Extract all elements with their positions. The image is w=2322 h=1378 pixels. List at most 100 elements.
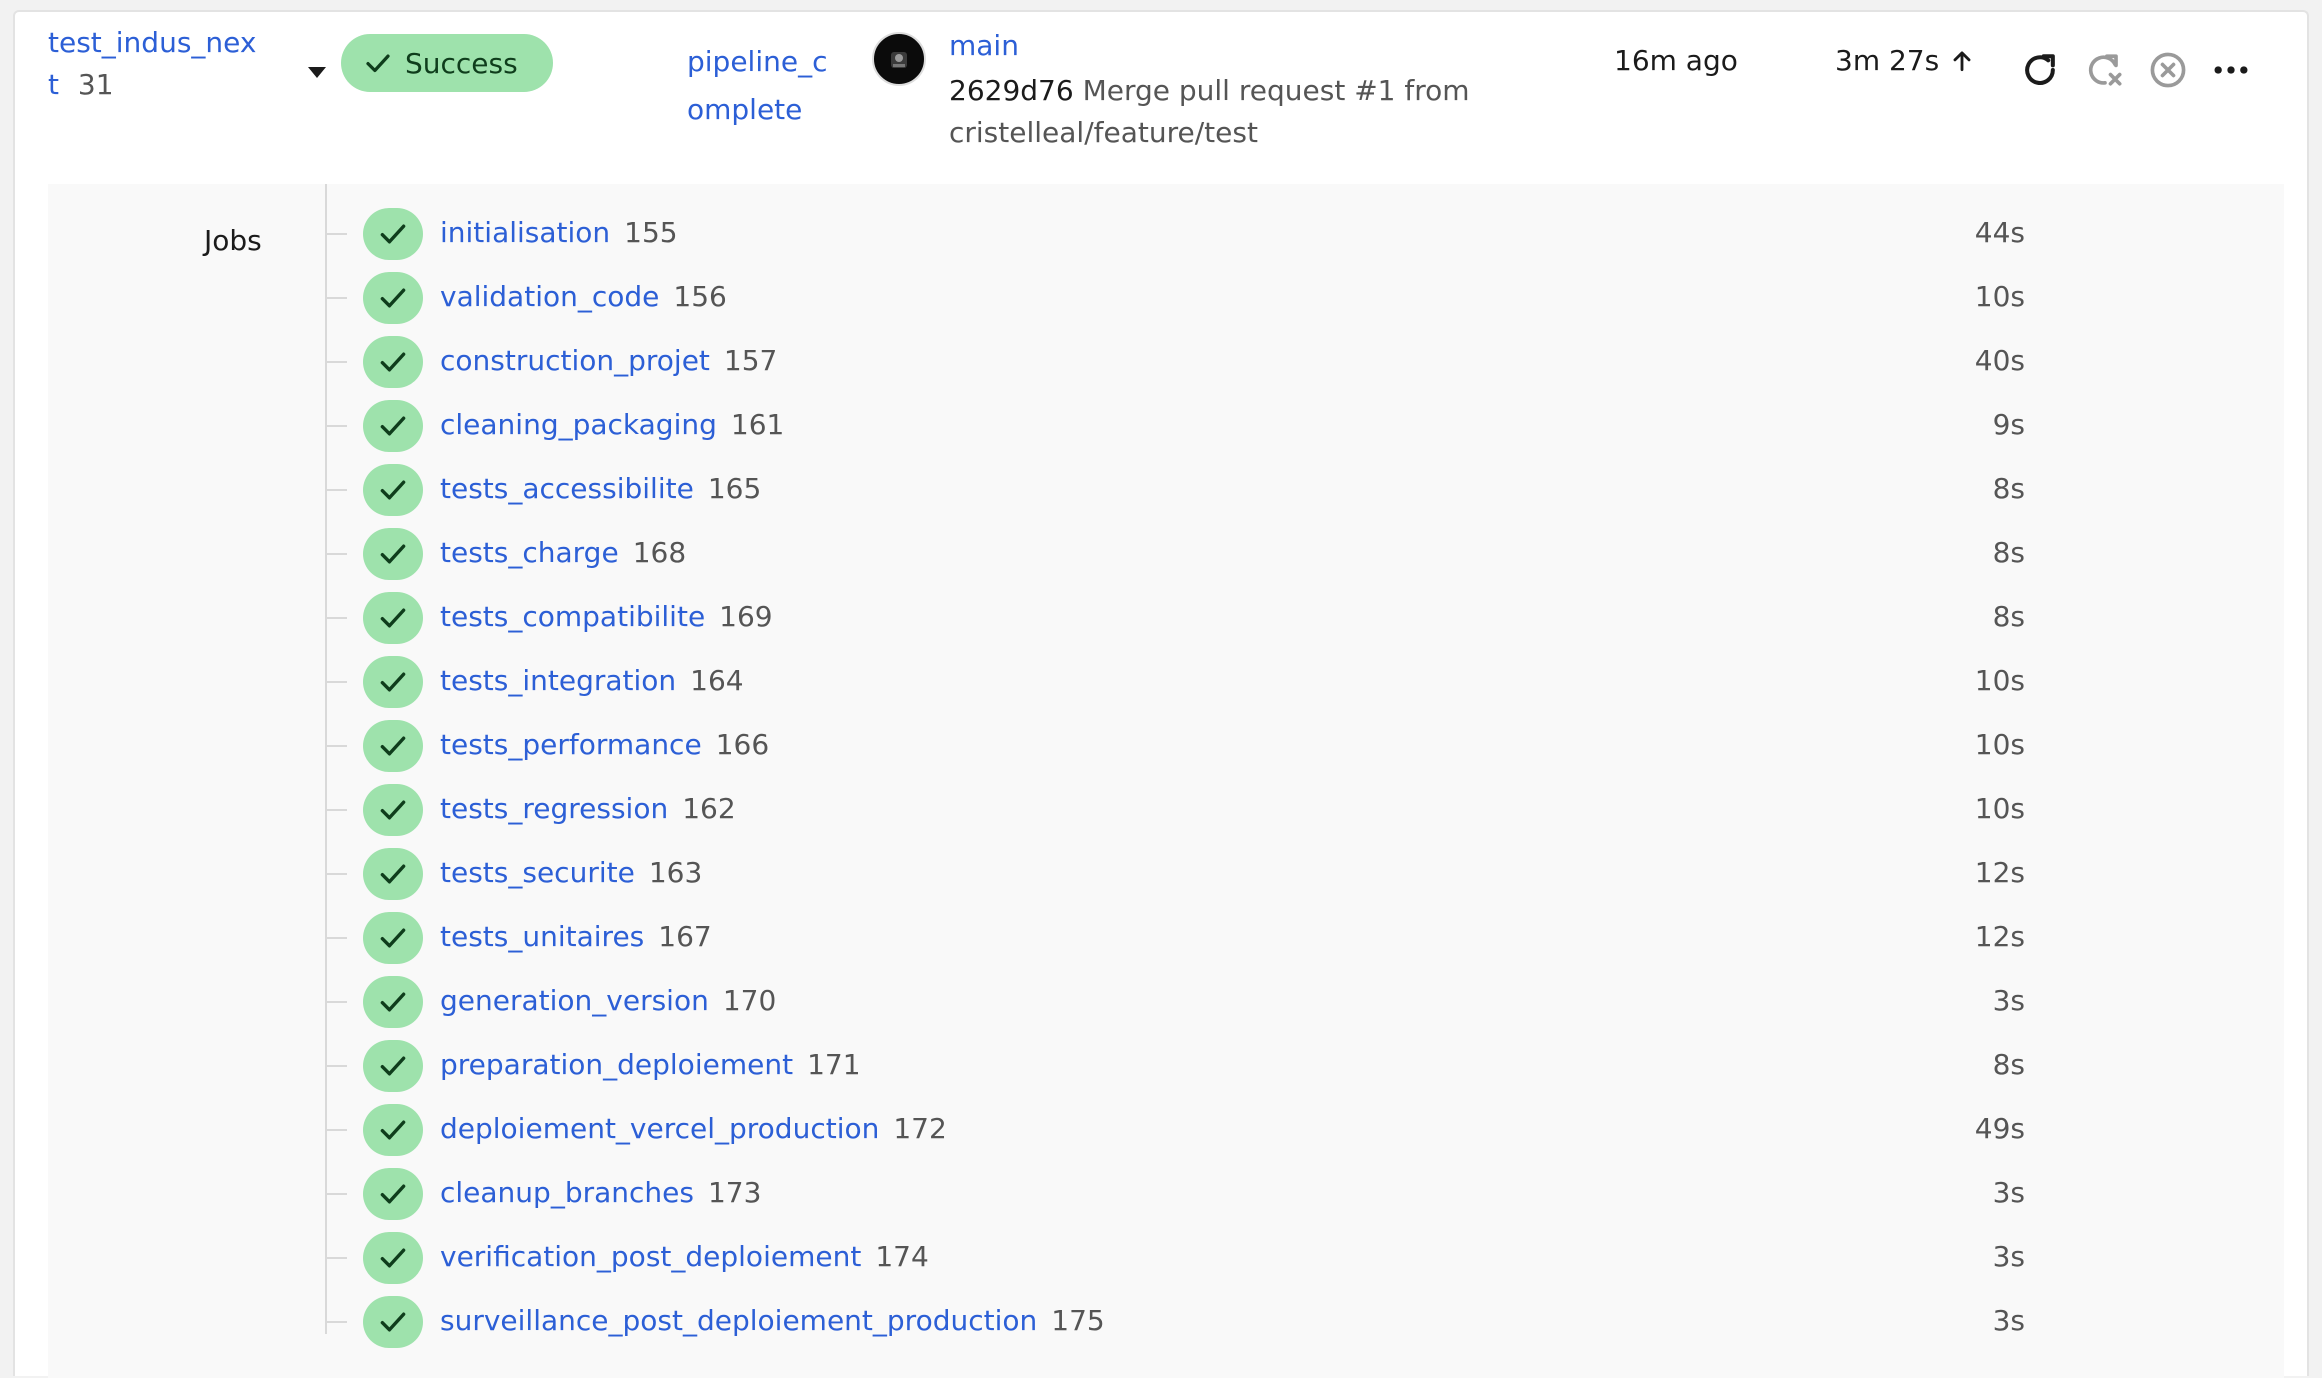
job-row[interactable]: tests_performance 166 10s	[325, 714, 2025, 778]
job-name-link[interactable]: surveillance_post_deploiement_production…	[440, 1304, 1105, 1337]
job-row[interactable]: surveillance_post_deploiement_production…	[325, 1290, 2025, 1354]
job-name[interactable]: surveillance_post_deploiement_production	[440, 1304, 1037, 1337]
job-name-link[interactable]: initialisation 155	[440, 216, 678, 249]
check-icon	[380, 480, 406, 500]
job-name-link[interactable]: tests_unitaires 167	[440, 920, 712, 953]
job-duration: 3s	[1992, 1176, 2025, 1209]
status-badge[interactable]: Success	[341, 34, 553, 92]
job-name-link[interactable]: generation_version 170	[440, 984, 776, 1017]
job-status-badge[interactable]	[363, 976, 423, 1028]
rerun-failed-button[interactable]	[2083, 48, 2127, 92]
job-name[interactable]: generation_version	[440, 984, 709, 1017]
job-name[interactable]: construction_projet	[440, 344, 710, 377]
job-status-badge[interactable]	[363, 464, 423, 516]
job-name-link[interactable]: tests_securite 163	[440, 856, 702, 889]
job-name[interactable]: cleaning_packaging	[440, 408, 717, 441]
job-row[interactable]: tests_charge 168 8s	[325, 522, 2025, 586]
workflow-link[interactable]: pipeline_c omplete	[687, 38, 827, 134]
job-name[interactable]: tests_charge	[440, 536, 619, 569]
job-row[interactable]: preparation_deploiement 171 8s	[325, 1034, 2025, 1098]
job-status-badge[interactable]	[363, 272, 423, 324]
job-name[interactable]: tests_regression	[440, 792, 668, 825]
job-status-badge[interactable]	[363, 1296, 423, 1348]
workflow-name-line2[interactable]: omplete	[687, 93, 802, 126]
project-name-line2[interactable]: t	[48, 68, 59, 101]
job-name[interactable]: initialisation	[440, 216, 610, 249]
job-row[interactable]: construction_projet 157 40s	[325, 330, 2025, 394]
job-row[interactable]: verification_post_deploiement 174 3s	[325, 1226, 2025, 1290]
job-name[interactable]: tests_performance	[440, 728, 702, 761]
job-status-badge[interactable]	[363, 656, 423, 708]
job-status-badge[interactable]	[363, 784, 423, 836]
job-row[interactable]: cleaning_packaging 161 9s	[325, 394, 2025, 458]
job-name[interactable]: cleanup_branches	[440, 1176, 694, 1209]
tree-branch	[325, 1065, 347, 1067]
cancel-button[interactable]	[2146, 48, 2190, 92]
job-name[interactable]: validation_code	[440, 280, 659, 313]
job-status-badge[interactable]	[363, 400, 423, 452]
job-status-badge[interactable]	[363, 336, 423, 388]
job-name-link[interactable]: deploiement_vercel_production 172	[440, 1112, 947, 1145]
job-name[interactable]: tests_unitaires	[440, 920, 644, 953]
job-row[interactable]: generation_version 170 3s	[325, 970, 2025, 1034]
branch-link[interactable]: main	[949, 26, 1019, 66]
tree-branch	[325, 425, 347, 427]
job-name[interactable]: deploiement_vercel_production	[440, 1112, 879, 1145]
more-button[interactable]	[2209, 48, 2253, 92]
job-row[interactable]: initialisation 155 44s	[325, 202, 2025, 266]
workflow-name-line1[interactable]: pipeline_c	[687, 45, 827, 78]
job-name-link[interactable]: validation_code 156	[440, 280, 727, 313]
job-name-link[interactable]: tests_regression 162	[440, 792, 736, 825]
job-row[interactable]: tests_compatibilite 169 8s	[325, 586, 2025, 650]
project-name[interactable]: test_indus_nex t 31	[48, 22, 256, 106]
job-duration: 8s	[1992, 472, 2025, 505]
job-name-link[interactable]: cleaning_packaging 161	[440, 408, 784, 441]
job-name-link[interactable]: preparation_deploiement 171	[440, 1048, 861, 1081]
check-icon	[380, 736, 406, 756]
job-status-badge[interactable]	[363, 592, 423, 644]
project-name-line1[interactable]: test_indus_nex	[48, 26, 256, 59]
check-icon	[380, 800, 406, 820]
commit-hash[interactable]: 2629d76	[949, 74, 1074, 107]
job-row[interactable]: tests_regression 162 10s	[325, 778, 2025, 842]
job-row[interactable]: tests_securite 163 12s	[325, 842, 2025, 906]
job-row[interactable]: tests_integration 164 10s	[325, 650, 2025, 714]
job-name-link[interactable]: tests_accessibilite 165	[440, 472, 761, 505]
avatar[interactable]	[872, 32, 926, 86]
job-row[interactable]: cleanup_branches 173 3s	[325, 1162, 2025, 1226]
job-status-badge[interactable]	[363, 1168, 423, 1220]
job-name[interactable]: verification_post_deploiement	[440, 1240, 861, 1273]
job-name-link[interactable]: construction_projet 157	[440, 344, 777, 377]
job-status-badge[interactable]	[363, 848, 423, 900]
job-name-link[interactable]: tests_charge 168	[440, 536, 686, 569]
tree-branch	[325, 1193, 347, 1195]
check-icon	[380, 608, 406, 628]
job-status-badge[interactable]	[363, 1104, 423, 1156]
job-row[interactable]: deploiement_vercel_production 172 49s	[325, 1098, 2025, 1162]
tree-branch	[325, 1001, 347, 1003]
job-row[interactable]: tests_unitaires 167 12s	[325, 906, 2025, 970]
job-name[interactable]: tests_integration	[440, 664, 676, 697]
job-row[interactable]: tests_accessibilite 165 8s	[325, 458, 2025, 522]
job-status-badge[interactable]	[363, 912, 423, 964]
job-row[interactable]: validation_code 156 10s	[325, 266, 2025, 330]
job-name-link[interactable]: tests_integration 164	[440, 664, 744, 697]
job-status-badge[interactable]	[363, 208, 423, 260]
job-name[interactable]: preparation_deploiement	[440, 1048, 793, 1081]
job-id: 167	[658, 920, 712, 953]
job-name-link[interactable]: cleanup_branches 173	[440, 1176, 761, 1209]
job-name-link[interactable]: tests_compatibilite 169	[440, 600, 773, 633]
job-status-badge[interactable]	[363, 1232, 423, 1284]
job-name-link[interactable]: tests_performance 166	[440, 728, 769, 761]
job-status-badge[interactable]	[363, 1040, 423, 1092]
job-name[interactable]: tests_accessibilite	[440, 472, 694, 505]
rerun-button[interactable]	[2018, 48, 2062, 92]
chevron-down-icon[interactable]	[308, 67, 326, 78]
job-status-badge[interactable]	[363, 720, 423, 772]
job-id: 170	[722, 984, 777, 1017]
tree-branch	[325, 361, 347, 363]
job-name[interactable]: tests_securite	[440, 856, 635, 889]
job-status-badge[interactable]	[363, 528, 423, 580]
job-name[interactable]: tests_compatibilite	[440, 600, 705, 633]
job-name-link[interactable]: verification_post_deploiement 174	[440, 1240, 929, 1273]
